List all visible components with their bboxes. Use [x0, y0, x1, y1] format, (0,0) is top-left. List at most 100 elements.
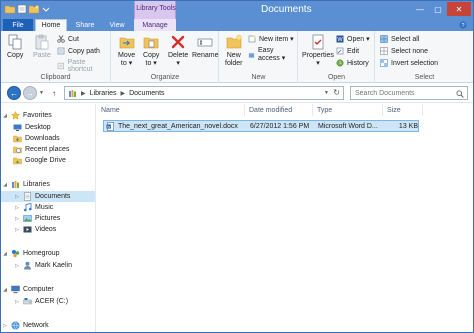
- expand-icon[interactable]: ▷: [13, 299, 21, 305]
- nav-favorites[interactable]: ◢ Favorites: [1, 110, 95, 121]
- nav-label: Network: [23, 322, 49, 329]
- nav-google-drive[interactable]: Google Drive: [1, 155, 95, 166]
- search-box[interactable]: [350, 86, 468, 100]
- collapse-icon[interactable]: ◢: [1, 113, 9, 119]
- expand-icon[interactable]: ▷: [1, 323, 9, 329]
- collapse-icon[interactable]: ◢: [1, 287, 9, 293]
- copy-path-button[interactable]: Copy path: [57, 47, 100, 55]
- nav-recent-places[interactable]: Recent places: [1, 144, 95, 155]
- paste-button[interactable]: Paste: [33, 34, 51, 60]
- nav-documents[interactable]: ▷ Documents: [1, 191, 95, 202]
- breadcrumb-separator-icon: ▶: [120, 90, 126, 97]
- paste-shortcut-button[interactable]: Paste shortcut: [57, 59, 110, 73]
- tab-home[interactable]: Home: [35, 19, 67, 31]
- nav-homegroup[interactable]: ◢ Homegroup: [1, 248, 95, 259]
- address-history-dropdown[interactable]: ▼: [324, 90, 329, 96]
- navigation-pane: ◢ Favorites Desktop Downloads Recent pla…: [1, 104, 96, 332]
- nav-mark-kaelin[interactable]: ▷ Mark Kaelin: [1, 260, 95, 271]
- back-button[interactable]: ←: [7, 86, 21, 100]
- collapse-icon[interactable]: ◢: [1, 182, 9, 188]
- nav-libraries[interactable]: ◢ Libraries: [1, 179, 95, 190]
- svg-text:?: ?: [461, 23, 464, 29]
- search-icon[interactable]: [456, 90, 464, 98]
- column-header-name[interactable]: Name: [97, 104, 245, 116]
- easy-access-button[interactable]: Easy access ▾: [248, 47, 297, 62]
- column-header-label: Date modified: [249, 106, 293, 114]
- select-group-label: Select: [414, 74, 435, 81]
- minimize-button[interactable]: —: [411, 2, 429, 16]
- quick-access-toolbar: [5, 4, 51, 14]
- tab-view[interactable]: View: [103, 19, 131, 31]
- tab-share[interactable]: Share: [69, 19, 101, 31]
- arrow-left-icon: ←: [10, 88, 18, 98]
- copy-to-label-2: to ▾: [145, 60, 157, 67]
- help-icon[interactable]: ?: [459, 21, 467, 29]
- ribbon: Copy Paste Cut Copy path Paste shortcut …: [1, 31, 473, 83]
- new-item-button[interactable]: New item ▾: [248, 35, 294, 43]
- expand-icon[interactable]: ▷: [13, 216, 21, 222]
- user-icon: [24, 261, 31, 270]
- table-row[interactable]: W The_next_great_American_novel.docx 6/2…: [103, 120, 419, 132]
- recent-locations-button[interactable]: ▼: [39, 90, 44, 96]
- copy-to-button[interactable]: Copy to ▾: [143, 34, 159, 68]
- delete-button[interactable]: Delete ▾: [168, 34, 188, 68]
- new-group-label: New: [251, 74, 266, 81]
- move-to-button[interactable]: Move to ▾: [118, 34, 135, 68]
- tab-manage[interactable]: Manage: [134, 19, 176, 31]
- scissors-icon: [57, 35, 65, 43]
- select-none-button[interactable]: Select none: [380, 47, 428, 55]
- history-button[interactable]: History: [336, 59, 369, 67]
- chevron-down-icon[interactable]: [41, 4, 51, 14]
- close-button[interactable]: ✕: [447, 2, 471, 16]
- nav-network[interactable]: ▷ Network: [1, 320, 95, 331]
- expand-icon[interactable]: ▷: [13, 205, 21, 211]
- open-button[interactable]: W Open ▾: [336, 35, 370, 43]
- expand-icon[interactable]: ▷: [13, 263, 21, 269]
- nav-downloads[interactable]: Downloads: [1, 133, 95, 144]
- organize-group-label: Organize: [150, 74, 180, 81]
- maximize-icon: ▢: [434, 4, 442, 14]
- tab-file[interactable]: File: [3, 19, 33, 31]
- invert-selection-button[interactable]: Invert selection: [380, 59, 438, 67]
- libraries-icon: [69, 89, 76, 97]
- column-header-date-modified[interactable]: Date modified: [245, 104, 313, 116]
- nav-videos[interactable]: ▷ Videos: [1, 224, 95, 235]
- expand-icon[interactable]: ▷: [13, 194, 21, 200]
- copy-button[interactable]: Copy: [7, 34, 23, 60]
- expand-icon[interactable]: ▷: [13, 227, 21, 233]
- breadcrumb-documents[interactable]: Documents: [129, 90, 164, 97]
- nav-music[interactable]: ▷ Music: [1, 202, 95, 213]
- nav-desktop[interactable]: Desktop: [1, 122, 95, 133]
- up-button[interactable]: ↑: [48, 86, 60, 100]
- nav-pictures[interactable]: ▷ Pictures: [1, 213, 95, 224]
- select-all-button[interactable]: Select all: [380, 35, 419, 43]
- address-bar[interactable]: ▶ Libraries ▶ Documents ▼ ↻: [64, 86, 344, 100]
- cut-button[interactable]: Cut: [57, 35, 79, 43]
- column-header-size[interactable]: Size: [383, 104, 423, 116]
- documents-library-icon: [24, 192, 31, 201]
- edit-button[interactable]: Edit: [336, 47, 359, 55]
- nav-acer-c[interactable]: ▷ ACER (C:): [1, 296, 95, 307]
- nav-label: Downloads: [25, 135, 60, 142]
- properties-icon[interactable]: [17, 4, 27, 14]
- search-input[interactable]: [355, 89, 455, 97]
- new-folder-icon[interactable]: [29, 4, 39, 14]
- delete-label: Delete: [168, 52, 189, 59]
- properties-button[interactable]: Properties ▾: [302, 34, 334, 68]
- nav-label: Pictures: [35, 215, 61, 222]
- file-name-cell: W The_next_great_American_novel.docx: [106, 121, 246, 131]
- copy-path-icon: [57, 47, 65, 55]
- move-to-label-2: to ▾: [120, 60, 133, 67]
- breadcrumb-libraries[interactable]: Libraries: [90, 90, 117, 97]
- nav-label: Libraries: [23, 181, 50, 188]
- desktop-icon: [13, 124, 22, 131]
- rename-button[interactable]: Rename: [192, 34, 218, 60]
- maximize-button[interactable]: ▢: [429, 2, 447, 16]
- refresh-icon[interactable]: ↻: [333, 88, 340, 97]
- folder-icon[interactable]: [5, 4, 15, 14]
- nav-computer[interactable]: ◢ Computer: [1, 284, 95, 295]
- column-header-type[interactable]: Type: [313, 104, 383, 116]
- collapse-icon[interactable]: ◢: [1, 251, 9, 257]
- forward-button[interactable]: →: [23, 86, 37, 100]
- new-folder-button[interactable]: New folder: [225, 34, 243, 68]
